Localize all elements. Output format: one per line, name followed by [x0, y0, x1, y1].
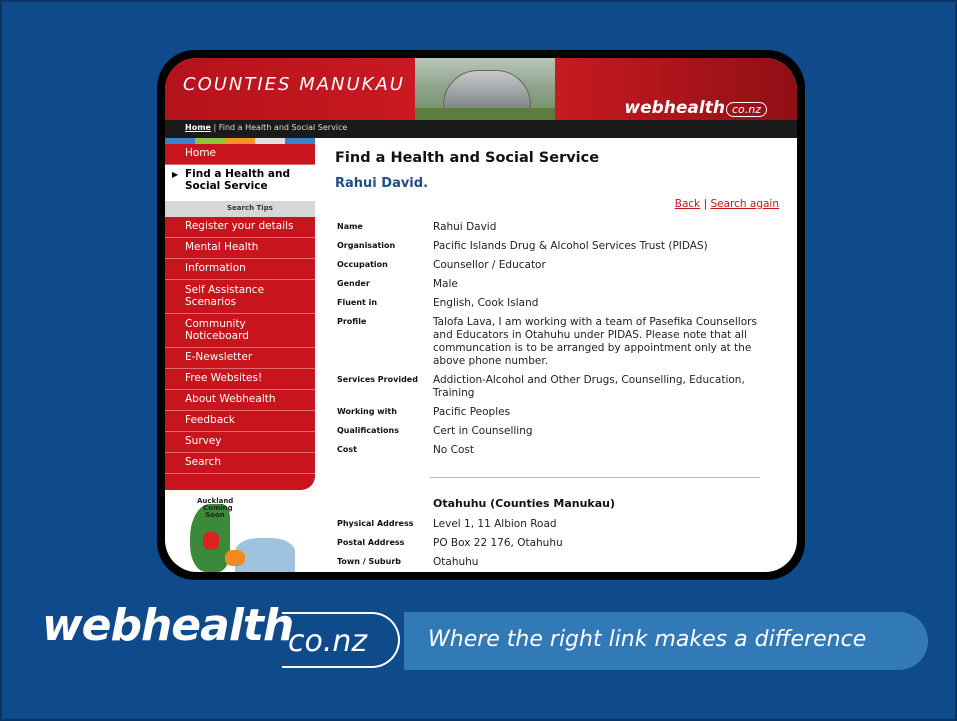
detail-row: Qualifications Cert in Counselling — [337, 425, 787, 438]
map-region-orange — [225, 550, 245, 566]
main-content: Find a Health and Social Service Rahui D… — [335, 150, 785, 568]
nav-about[interactable]: About Webhealth — [165, 390, 315, 411]
detail-label: Working with — [337, 407, 397, 416]
nav-register[interactable]: Register your details — [165, 217, 315, 238]
breadcrumb-current: Find a Health and Social Service — [218, 123, 348, 132]
nav-self-assistance-line1: Self Assistance — [185, 284, 265, 296]
nav-survey[interactable]: Survey — [165, 432, 315, 453]
detail-label: Qualifications — [337, 426, 399, 435]
address-value: Level 1, 11 Albion Road — [433, 518, 557, 530]
detail-value: No Cost — [433, 444, 474, 456]
header-logo-text: webhealth — [624, 98, 725, 118]
person-name-heading: Rahui David. — [335, 176, 429, 191]
brand-tagline: Where the right link makes a difference — [404, 612, 928, 670]
nav-search-tips[interactable]: Search Tips — [165, 201, 315, 217]
webhealth-brand-logo: webhealth — [42, 600, 294, 651]
detail-row: Profile Talofa Lava, I am working with a … — [337, 316, 787, 368]
address-label: Town / Suburb — [337, 557, 402, 566]
nav-search[interactable]: Search — [165, 453, 315, 474]
detail-row: Services Provided Addiction-Alcohol and O… — [337, 374, 787, 400]
nav-self-assistance[interactable]: Self Assistance Scenarios — [165, 280, 315, 314]
address-row: Physical Address Level 1, 11 Albion Road — [337, 518, 787, 531]
address-row: Postal Address PO Box 22 176, Otahuhu — [337, 537, 787, 550]
nav-e-newsletter[interactable]: E-Newsletter — [165, 348, 315, 369]
address-row: Town / Suburb Otahuhu — [337, 556, 787, 569]
detail-label: Occupation — [337, 260, 388, 269]
map-region-red — [203, 532, 219, 550]
site-header: COUNTIES MANUKAU webhealth co.nz Home | F… — [165, 58, 797, 138]
detail-value: Counsellor / Educator — [433, 259, 546, 271]
breadcrumb: Home | Find a Health and Social Service — [165, 120, 797, 138]
header-title: COUNTIES MANUKAU — [183, 74, 405, 95]
detail-row: Fluent in English, Cook Island — [337, 297, 787, 310]
web-page: COUNTIES MANUKAU webhealth co.nz Home | F… — [165, 58, 797, 572]
detail-row: Occupation Counsellor / Educator — [337, 259, 787, 272]
result-links: Back | Search again — [675, 198, 779, 210]
back-link[interactable]: Back — [675, 198, 701, 210]
nav-end-cap — [165, 474, 315, 490]
detail-row: Organisation Pacific Islands Drug & Alcoh… — [337, 240, 787, 253]
links-separator: | — [703, 198, 708, 210]
nav-feedback[interactable]: Feedback — [165, 411, 315, 432]
map-label-line3: Soon — [205, 511, 225, 519]
nav-community-line1: Community — [185, 318, 246, 330]
nav-self-assistance-line2: Scenarios — [185, 296, 237, 308]
brand-tld: co.nz — [282, 612, 400, 668]
page-title: Find a Health and Social Service — [335, 150, 600, 166]
detail-value: Male — [433, 278, 458, 290]
stadium-dome — [443, 70, 531, 110]
detail-label: Cost — [337, 445, 357, 454]
nav-home[interactable]: Home — [165, 144, 315, 165]
address-value: PO Box 22 176, Otahuhu — [433, 537, 563, 549]
detail-label: Name — [337, 222, 363, 231]
address-table: Physical Address Level 1, 11 Albion Road … — [337, 518, 787, 572]
address-label: Postal Address — [337, 538, 405, 547]
address-label: Physical Address — [337, 519, 414, 528]
nav-find-service-line1: Find a Health and — [185, 168, 290, 180]
auckland-map[interactable]: Auckland Coming Soon — [185, 498, 295, 572]
detail-value: Pacific Peoples — [433, 406, 511, 418]
slide-background: COUNTIES MANUKAU webhealth co.nz Home | F… — [0, 0, 957, 721]
header-logo-tld: co.nz — [725, 102, 767, 117]
active-arrow-icon: ▶ — [172, 170, 179, 179]
detail-row: Working with Pacific Peoples — [337, 406, 787, 419]
header-logo[interactable]: webhealth co.nz — [624, 98, 767, 118]
detail-label: Organisation — [337, 241, 396, 250]
sidebar-nav: Home ▶ Find a Health and Social Service … — [165, 144, 315, 490]
detail-label: Fluent in — [337, 298, 378, 307]
detail-label: Services Provided — [337, 375, 418, 384]
detail-value: Talofa Lava, I am working with a team of… — [433, 316, 757, 367]
nav-find-service[interactable]: ▶ Find a Health and Social Service — [165, 165, 315, 201]
detail-value: Cert in Counselling — [433, 425, 533, 437]
nav-find-service-line2: Social Service — [185, 180, 268, 192]
search-again-link[interactable]: Search again — [710, 198, 779, 210]
detail-label: Gender — [337, 279, 370, 288]
detail-value: Addiction-Alcohol and Other Drugs, Couns… — [433, 374, 745, 399]
nav-free-websites[interactable]: Free Websites! — [165, 369, 315, 390]
nav-community[interactable]: Community Noticeboard — [165, 314, 315, 348]
details-table: Name Rahui David Organisation Pacific Isla… — [337, 221, 787, 463]
detail-row: Gender Male — [337, 278, 787, 291]
detail-row: Name Rahui David — [337, 221, 787, 234]
detail-value: English, Cook Island — [433, 297, 539, 309]
address-value: Otahuhu — [433, 556, 479, 568]
breadcrumb-text: Home | Find a Health and Social Service — [185, 123, 348, 132]
header-stadium-photo — [415, 58, 555, 122]
section-divider — [430, 477, 760, 478]
breadcrumb-home-link[interactable]: Home — [185, 123, 211, 132]
nav-information[interactable]: Information — [165, 259, 315, 280]
location-heading: Otahuhu (Counties Manukau) — [433, 497, 615, 510]
detail-value: Rahui David — [433, 221, 497, 233]
nav-mental-health[interactable]: Mental Health — [165, 238, 315, 259]
detail-row: Cost No Cost — [337, 444, 787, 457]
screenshot-frame: COUNTIES MANUKAU webhealth co.nz Home | F… — [157, 50, 805, 580]
nav-community-line2: Noticeboard — [185, 330, 249, 342]
detail-label: Profile — [337, 317, 367, 326]
map-label: Auckland Coming Soon — [197, 498, 233, 519]
detail-value: Pacific Islands Drug & Alcohol Services … — [433, 240, 708, 252]
